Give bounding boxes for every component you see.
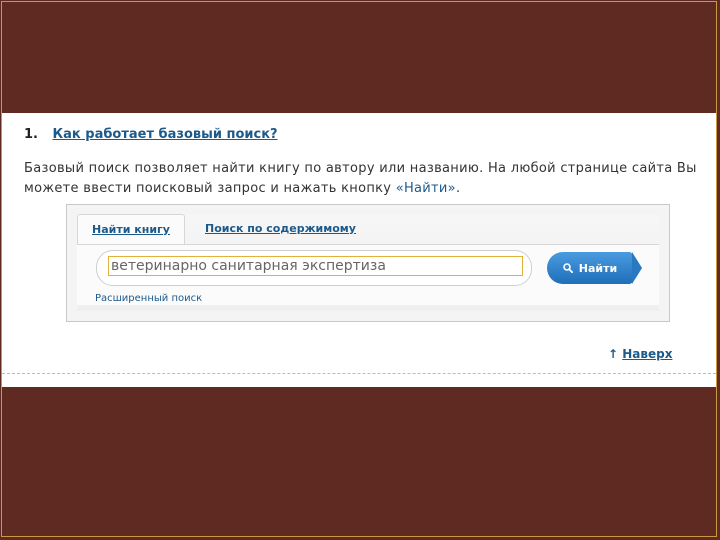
- answer-text: Базовый поиск позволяет найти книгу по а…: [24, 161, 697, 196]
- find-button-label: Найти: [578, 261, 618, 275]
- faq-answer: Базовый поиск позволяет найти книгу по а…: [24, 159, 714, 199]
- answer-end: .: [455, 181, 461, 196]
- to-top-link[interactable]: Наверх: [622, 347, 672, 361]
- search-input[interactable]: [108, 256, 523, 276]
- find-button[interactable]: Найти: [547, 252, 642, 284]
- search-widget: Найти книгу Поиск по содержимому Найти Р…: [66, 204, 670, 322]
- faq-question: 1. Как работает базовый поиск?: [24, 127, 278, 142]
- divider: [2, 373, 716, 374]
- search-icon: [562, 263, 573, 273]
- answer-highlight: «Найти»: [395, 181, 456, 196]
- search-field-wrapper: [96, 250, 532, 286]
- question-link[interactable]: Как работает базовый поиск?: [53, 127, 278, 142]
- tab-content-search[interactable]: Поиск по содержимому: [205, 214, 356, 244]
- tab-find-book[interactable]: Найти книгу: [77, 214, 185, 245]
- content-panel: 1. Как работает базовый поиск? Базовый п…: [2, 113, 716, 387]
- search-container: Найти книгу Поиск по содержимому Найти Р…: [77, 214, 659, 311]
- question-number: 1.: [24, 127, 38, 142]
- tab-panel: Найти Расширенный поиск: [77, 244, 659, 305]
- advanced-search-link[interactable]: Расширенный поиск: [95, 293, 202, 304]
- back-to-top[interactable]: ↑ Наверх: [608, 347, 672, 361]
- arrow-up-icon: ↑: [608, 347, 619, 361]
